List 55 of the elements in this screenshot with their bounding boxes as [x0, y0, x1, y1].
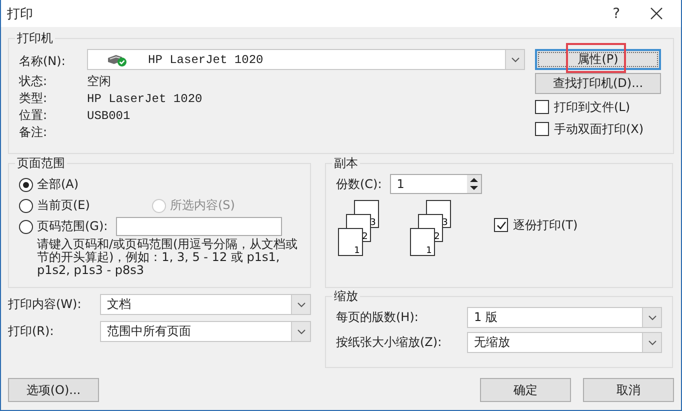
radio-button[interactable]: [19, 178, 33, 192]
field-value: USB001: [87, 108, 130, 122]
cancel-button[interactable]: 取消: [583, 378, 674, 402]
spin-arrows-icon: [466, 175, 481, 193]
checkbox[interactable]: [535, 122, 549, 136]
radio-label: 所选内容(S): [170, 197, 235, 214]
chevron-down-icon: [296, 302, 306, 308]
checkbox-label: 打印到文件(L): [554, 98, 630, 116]
copies-spinner[interactable]: 1: [390, 174, 482, 194]
checkbox[interactable]: [535, 100, 549, 114]
radio-label: 页码范围(G):: [37, 218, 108, 235]
ok-button[interactable]: 确定: [480, 378, 571, 402]
page-stack-drawing: 3 2 1: [410, 200, 452, 256]
chevron-down-icon: [510, 56, 520, 62]
group-title: 打印机: [16, 30, 54, 47]
help-button[interactable]: ?: [612, 6, 620, 22]
options-button[interactable]: 选项(O)...: [8, 378, 99, 402]
field-value: 空闲: [87, 74, 111, 90]
field-label: 份数(C):: [336, 176, 382, 192]
checkbox-label: 逐份打印(T): [513, 216, 578, 234]
print-pages-dropdown[interactable]: 范围中所有页面: [100, 321, 311, 342]
close-icon[interactable]: [650, 7, 663, 20]
checkbox-label: 手动双面打印(X): [554, 120, 644, 138]
checkbox[interactable]: [494, 218, 508, 232]
field-label: 打印(R):: [8, 323, 55, 340]
hint-text: 请键入页码和/或页码范围(用逗号分隔，从文档或节的开头算起)，例如：1, 3, 5 - 12 或 p1s1, p1s2, p1s3 - p8s3: [37, 238, 299, 277]
pages-per-sheet-dropdown[interactable]: 1 版: [467, 307, 662, 328]
radio-button[interactable]: [19, 220, 33, 234]
field-label: 位置:: [19, 107, 48, 124]
field-label: 名称(N):: [19, 52, 66, 70]
chevron-down-icon: [648, 314, 656, 320]
field-label: 每页的版数(H):: [336, 309, 418, 326]
chevron-down-icon: [296, 328, 306, 334]
page-range-field[interactable]: [116, 217, 282, 236]
group-title: 副本: [333, 155, 359, 172]
window-title: 打印: [7, 6, 33, 22]
group-title: 页面范围: [16, 155, 66, 172]
print-what-dropdown[interactable]: 文档: [100, 294, 311, 315]
field-label: 按纸张大小缩放(Z):: [336, 334, 442, 351]
field-label: 备注:: [19, 124, 48, 141]
field-value: HP LaserJet 1020: [87, 92, 202, 106]
printer-dropdown[interactable]: HP LaserJet 1020: [87, 49, 525, 70]
group-title: 缩放: [333, 288, 359, 305]
chevron-down-icon: [648, 340, 656, 346]
page-stack-drawing: 3 2 1: [338, 200, 380, 256]
printer-icon: [106, 52, 128, 66]
dialog-button[interactable]: 查找打印机(D)...: [535, 73, 661, 94]
dialog-button[interactable]: 属性(P): [535, 49, 661, 70]
field-label: 打印内容(W):: [8, 296, 82, 313]
radio-label: 全部(A): [37, 176, 79, 193]
field-label: 类型:: [19, 90, 48, 107]
scale-dropdown[interactable]: 无缩放: [467, 332, 662, 353]
radio-button[interactable]: [19, 198, 33, 212]
field-label: 状态:: [19, 73, 48, 90]
radio-label: 当前页(E): [37, 197, 90, 214]
